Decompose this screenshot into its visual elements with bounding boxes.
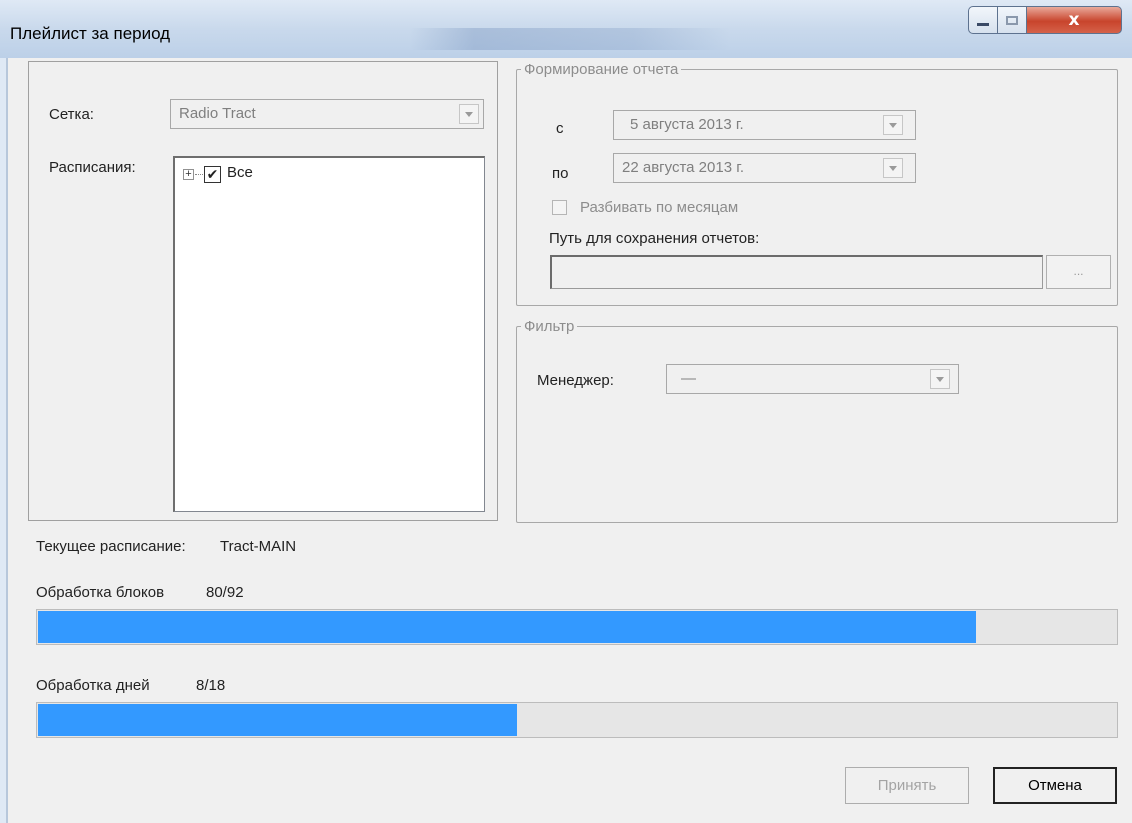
- manager-select[interactable]: —: [666, 364, 959, 394]
- days-progress-fill: [38, 704, 517, 736]
- calendar-dropdown-icon[interactable]: [883, 158, 903, 178]
- tree-connector: [195, 174, 203, 175]
- report-group-legend: Формирование отчета: [524, 61, 679, 78]
- maximize-icon: [1006, 15, 1018, 25]
- cancel-button[interactable]: Отмена: [993, 767, 1117, 804]
- from-date-label: с: [556, 120, 564, 137]
- to-date-label: по: [552, 165, 569, 182]
- title-bar-glass: [410, 28, 730, 50]
- grid-label: Сетка:: [49, 106, 94, 123]
- window-left-border-line: [6, 58, 8, 823]
- save-path-label: Путь для сохранения отчетов:: [549, 230, 760, 247]
- filter-group-legend: Фильтр: [524, 318, 575, 335]
- days-progress-count: 8/18: [196, 677, 226, 694]
- accept-button[interactable]: Принять: [845, 767, 969, 804]
- save-path-input[interactable]: [550, 255, 1043, 289]
- close-icon: x: [1068, 10, 1080, 30]
- tree-expand-icon[interactable]: +: [183, 169, 194, 180]
- blocks-progress-label: Обработка блоков: [36, 584, 165, 601]
- window-title: Плейлист за период: [10, 24, 171, 43]
- blocks-progress-count: 80/92: [206, 584, 244, 601]
- split-by-month-checkbox[interactable]: [552, 200, 567, 215]
- tree-item-checkbox[interactable]: ✔: [204, 166, 221, 183]
- minimize-button[interactable]: [968, 6, 998, 34]
- schedules-tree[interactable]: + ✔ Все: [173, 156, 485, 512]
- from-date-picker[interactable]: 5 августа 2013 г.: [613, 110, 916, 140]
- grid-select-value: Radio Tract: [179, 105, 256, 122]
- current-schedule-label: Текущее расписание:: [36, 538, 186, 555]
- chevron-down-icon[interactable]: [930, 369, 950, 389]
- split-by-month-label: Разбивать по месяцам: [580, 199, 739, 216]
- filter-group: Фильтр: [516, 318, 1118, 523]
- browse-button[interactable]: ...: [1046, 255, 1111, 289]
- to-date-picker[interactable]: 22 августа 2013 г.: [613, 153, 916, 183]
- chevron-down-icon[interactable]: [459, 104, 479, 124]
- blocks-progress-fill: [38, 611, 976, 643]
- manager-label: Менеджер:: [537, 372, 614, 389]
- days-progress-bar: [36, 702, 1118, 738]
- grid-select[interactable]: Radio Tract: [170, 99, 484, 129]
- current-schedule-value: Tract-MAIN: [220, 538, 297, 555]
- maximize-button[interactable]: [997, 6, 1027, 34]
- to-date-value: 22 августа 2013 г.: [622, 159, 745, 176]
- blocks-progress-bar: [36, 609, 1118, 645]
- schedules-label: Расписания:: [49, 159, 136, 176]
- close-button[interactable]: x: [1026, 6, 1122, 34]
- title-bar: Плейлист за период x: [0, 0, 1132, 58]
- tree-item-all[interactable]: Все: [227, 164, 253, 181]
- days-progress-label: Обработка дней: [36, 677, 150, 694]
- manager-select-value: —: [681, 370, 696, 387]
- minimize-icon: [977, 22, 989, 26]
- from-date-value: 5 августа 2013 г.: [630, 116, 744, 133]
- calendar-dropdown-icon[interactable]: [883, 115, 903, 135]
